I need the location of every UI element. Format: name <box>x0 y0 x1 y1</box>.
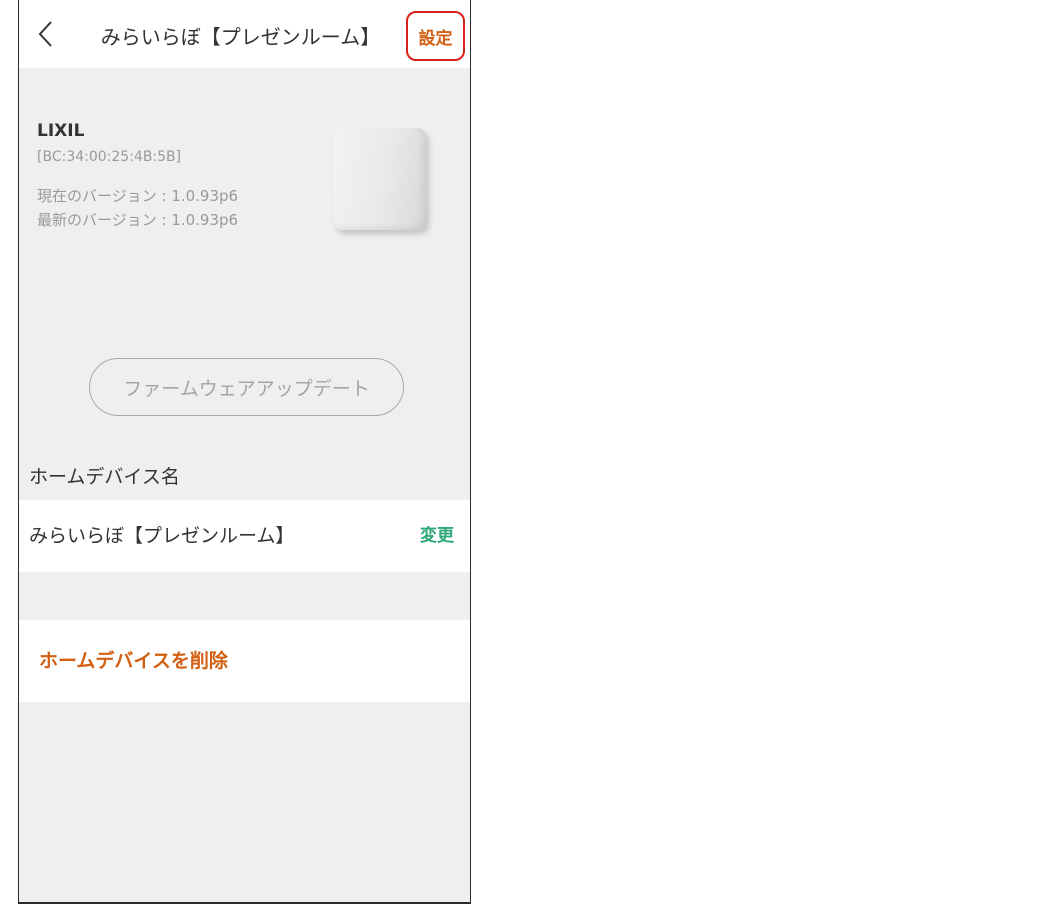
header-bar: みらいらぼ【プレゼンルーム】 設定 <box>19 0 470 68</box>
change-name-button[interactable]: 変更 <box>420 500 454 572</box>
home-device-name-value: みらいらぼ【プレゼンルーム】 <box>29 525 295 547</box>
device-brand: LIXIL <box>37 121 85 141</box>
delete-home-device-label: ホームデバイスを削除 <box>39 650 228 672</box>
firmware-update-button[interactable]: ファームウェアアップデート <box>89 358 404 416</box>
device-image <box>333 128 426 230</box>
page-title: みらいらぼ【プレゼンルーム】 <box>100 25 381 49</box>
settings-button[interactable]: 設定 <box>406 11 465 61</box>
latest-version: 最新のバージョン : 1.0.93p6 <box>37 211 239 229</box>
home-device-name-row: みらいらぼ【プレゼンルーム】 変更 <box>19 500 470 572</box>
current-version: 現在のバージョン : 1.0.93p6 <box>37 187 239 205</box>
home-device-name-label: ホームデバイス名 <box>29 466 180 488</box>
chevron-left-icon <box>38 21 52 47</box>
device-info: LIXIL [BC:34:00:25:4B:5B] 現在のバージョン : 1.0… <box>37 118 238 232</box>
app-screen: みらいらぼ【プレゼンルーム】 設定 LIXIL [BC:34:00:25:4B:… <box>18 0 471 904</box>
back-button[interactable] <box>29 14 67 54</box>
delete-home-device-button[interactable]: ホームデバイスを削除 <box>19 620 470 702</box>
device-mac-address: [BC:34:00:25:4B:5B] <box>37 149 182 165</box>
